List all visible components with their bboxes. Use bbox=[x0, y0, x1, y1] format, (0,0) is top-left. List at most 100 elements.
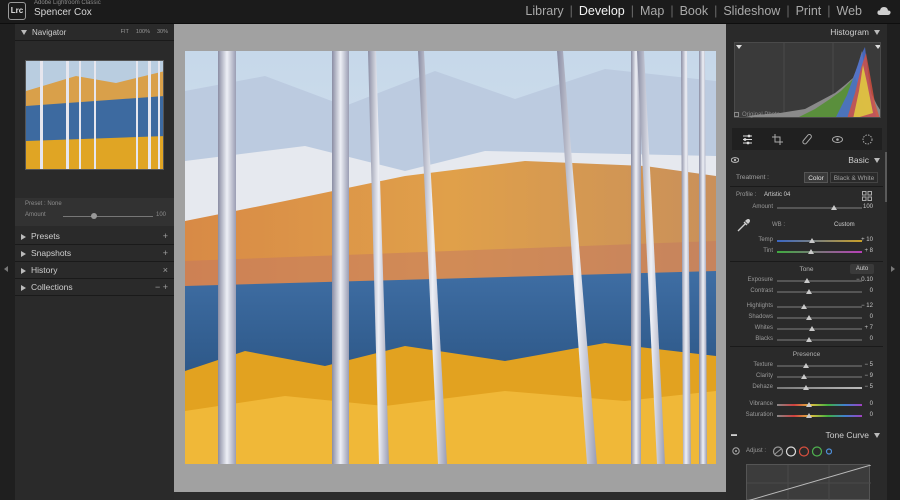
contrast-slider-track[interactable] bbox=[777, 291, 862, 293]
whites-slider-knob[interactable] bbox=[809, 326, 815, 331]
section-collections[interactable]: Collections − + bbox=[15, 279, 174, 296]
curve-channel-selector[interactable] bbox=[772, 446, 832, 457]
amount-value[interactable]: 100 bbox=[863, 204, 873, 210]
right-panel-edge[interactable] bbox=[887, 24, 900, 500]
exposure-slider-track[interactable] bbox=[777, 280, 862, 282]
module-develop[interactable]: Develop bbox=[573, 4, 631, 18]
collapse-triangle-icon[interactable] bbox=[874, 158, 880, 163]
tint-value[interactable]: + 8 bbox=[864, 248, 873, 254]
collapse-triangle-icon[interactable] bbox=[874, 433, 880, 438]
vibrance-slider-track[interactable] bbox=[777, 404, 862, 406]
main-photo[interactable] bbox=[185, 51, 716, 464]
histogram-header[interactable]: Histogram bbox=[726, 24, 887, 40]
dehaze-value[interactable]: − 5 bbox=[864, 384, 873, 390]
tone-curve-toggle-icon[interactable]: ▬ bbox=[731, 427, 737, 443]
navigator-header[interactable]: Navigator FIT 100% 30% bbox=[15, 24, 174, 41]
profile-browser-icon[interactable] bbox=[862, 191, 872, 201]
add-preset-button[interactable]: + bbox=[163, 228, 168, 245]
whites-slider-track[interactable] bbox=[777, 328, 862, 330]
collapse-right-icon[interactable] bbox=[891, 266, 895, 272]
clear-history-button[interactable]: × bbox=[163, 262, 168, 279]
navigator-preview[interactable] bbox=[25, 60, 164, 170]
shadows-value[interactable]: 0 bbox=[870, 314, 873, 320]
treatment-color-button[interactable]: Color bbox=[804, 172, 828, 183]
target-adjust-icon[interactable] bbox=[732, 447, 740, 455]
temp-slider-knob[interactable] bbox=[809, 238, 815, 243]
module-print[interactable]: Print bbox=[790, 4, 828, 18]
left-panel-edge[interactable] bbox=[0, 24, 15, 500]
checkbox-icon[interactable] bbox=[734, 112, 739, 117]
preset-amount-knob[interactable] bbox=[91, 213, 97, 219]
exposure-slider-knob[interactable] bbox=[804, 278, 810, 283]
saturation-slider-knob[interactable] bbox=[806, 413, 812, 418]
texture-slider-knob[interactable] bbox=[803, 363, 809, 368]
blacks-value[interactable]: 0 bbox=[870, 336, 873, 342]
collapse-triangle-icon[interactable] bbox=[874, 30, 880, 35]
module-web[interactable]: Web bbox=[831, 4, 868, 18]
preset-amount-value[interactable]: 100 bbox=[156, 212, 166, 218]
masking-icon[interactable] bbox=[862, 134, 873, 145]
wb-dropdown[interactable]: Custom bbox=[834, 222, 855, 228]
highlights-value[interactable]: − 12 bbox=[861, 303, 873, 309]
temp-slider-track[interactable] bbox=[777, 240, 862, 242]
texture-value[interactable]: − 5 bbox=[864, 362, 873, 368]
texture-slider-track[interactable] bbox=[777, 365, 862, 367]
filmstrip-bar[interactable] bbox=[174, 492, 726, 500]
vibrance-slider-knob[interactable] bbox=[806, 402, 812, 407]
tint-slider-knob[interactable] bbox=[808, 249, 814, 254]
section-history[interactable]: History × bbox=[15, 262, 174, 279]
highlights-slider-knob[interactable] bbox=[801, 304, 807, 309]
blacks-slider-knob[interactable] bbox=[806, 337, 812, 342]
contrast-value[interactable]: 0 bbox=[870, 288, 873, 294]
histogram[interactable] bbox=[734, 42, 881, 118]
vibrance-value[interactable]: 0 bbox=[870, 401, 873, 407]
cloud-icon[interactable] bbox=[877, 6, 891, 16]
eye-icon[interactable] bbox=[731, 157, 739, 163]
amount-slider-knob[interactable] bbox=[831, 205, 837, 210]
add-snapshot-button[interactable]: + bbox=[163, 245, 168, 262]
saturation-slider-track[interactable] bbox=[777, 415, 862, 417]
shadows-slider-track[interactable] bbox=[777, 317, 862, 319]
basic-header[interactable]: Basic bbox=[726, 152, 887, 168]
zoom-fit[interactable]: FIT bbox=[121, 24, 129, 41]
clarity-slider-track[interactable] bbox=[777, 376, 862, 378]
collection-actions[interactable]: − + bbox=[155, 279, 168, 296]
amount-slider-track[interactable] bbox=[777, 207, 862, 209]
exposure-value[interactable]: − 0.10 bbox=[856, 277, 873, 283]
tint-slider-track[interactable] bbox=[777, 251, 862, 253]
module-library[interactable]: Library bbox=[519, 4, 569, 18]
clarity-value[interactable]: − 9 bbox=[864, 373, 873, 379]
clarity-slider-knob[interactable] bbox=[801, 374, 807, 379]
collapse-left-icon[interactable] bbox=[4, 266, 8, 272]
shadows-slider-knob[interactable] bbox=[806, 315, 812, 320]
saturation-value[interactable]: 0 bbox=[870, 412, 873, 418]
auto-tone-button[interactable]: Auto bbox=[850, 264, 874, 274]
user-name[interactable]: Spencer Cox bbox=[34, 7, 92, 18]
tone-curve-header[interactable]: ▬ Tone Curve bbox=[726, 427, 887, 443]
photo-canvas[interactable] bbox=[174, 24, 726, 500]
dehaze-slider-track[interactable] bbox=[777, 387, 862, 389]
color-picker-icon[interactable] bbox=[736, 219, 750, 233]
module-map[interactable]: Map bbox=[634, 4, 670, 18]
blacks-slider-track[interactable] bbox=[777, 339, 862, 341]
edit-sliders-icon[interactable] bbox=[742, 134, 753, 145]
section-snapshots[interactable]: Snapshots + bbox=[15, 245, 174, 262]
temp-value[interactable]: + 10 bbox=[861, 237, 873, 243]
preset-amount-track[interactable] bbox=[63, 216, 153, 217]
highlights-slider-track[interactable] bbox=[777, 306, 862, 308]
crop-icon[interactable] bbox=[771, 133, 783, 145]
profile-dropdown[interactable]: Artistic 04 bbox=[764, 192, 790, 198]
module-slideshow[interactable]: Slideshow bbox=[717, 4, 786, 18]
dehaze-slider-knob[interactable] bbox=[803, 385, 809, 390]
red-eye-icon[interactable] bbox=[831, 134, 843, 145]
whites-value[interactable]: + 7 bbox=[864, 325, 873, 331]
healing-brush-icon[interactable] bbox=[801, 133, 813, 145]
treatment-bw-button[interactable]: Black & White bbox=[830, 172, 878, 183]
zoom-100[interactable]: 100% bbox=[136, 24, 150, 41]
original-photo-toggle[interactable]: Original Photo bbox=[734, 112, 780, 118]
contrast-slider-knob[interactable] bbox=[806, 289, 812, 294]
section-presets[interactable]: Presets + bbox=[15, 228, 174, 245]
module-book[interactable]: Book bbox=[674, 4, 715, 18]
tone-curve-graph[interactable] bbox=[746, 464, 872, 500]
zoom-30[interactable]: 30% bbox=[157, 24, 168, 41]
